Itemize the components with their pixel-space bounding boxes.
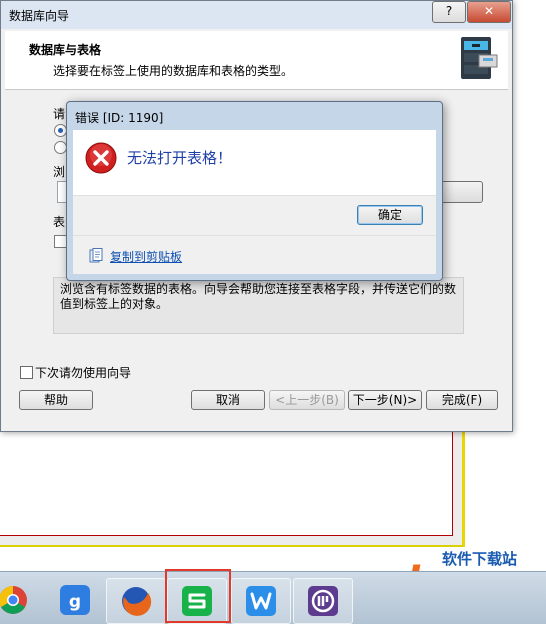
baidu-icon: g [60,585,90,615]
chrome-icon [0,586,27,614]
wizard-header: 数据库与表格 选择要在标签上使用的数据库和表格的类型。 [5,31,508,90]
copy-to-clipboard-link[interactable]: 复制到剪贴板 [110,248,182,265]
wps-writer-icon [246,586,276,616]
finish-button[interactable]: 完成(F) [426,390,498,410]
error-icon [85,142,117,174]
error-dialog: 错误 [ID: 1190] 无法打开表格！ 确定 复制到剪贴板 [66,101,443,281]
database-cabinet-icon [461,37,498,79]
error-dialog-title: 错误 [ID: 1190] [75,111,164,125]
error-dialog-footer: 复制到剪贴板 [73,235,436,274]
firefox-icon [122,587,152,616]
taskbar-app[interactable] [293,578,353,624]
taskbar-firefox[interactable] [106,578,166,624]
datasource-label: 请 [53,107,66,121]
cancel-button[interactable]: 取消 [191,390,265,410]
error-message: 无法打开表格！ [127,149,233,167]
wizard-titlebar[interactable]: 数据库向导 ? ✕ [1,1,512,29]
wizard-title: 数据库向导 [9,9,70,23]
close-button[interactable]: ✕ [467,1,511,23]
description-text: 浏览含有标签数据的表格。向导会帮助您连接至表格字段，并传送它们的数值到标签上的对… [60,282,457,311]
header-title: 数据库与表格 [29,43,102,57]
help-text-button[interactable]: 帮助 [19,390,93,410]
error-dialog-content: 无法打开表格！ [73,130,436,195]
help-button[interactable]: ? [432,1,466,23]
svg-text:g: g [69,592,81,612]
taskbar-wps-writer[interactable] [231,578,291,624]
taskbar-chrome[interactable] [0,578,42,622]
browse-label: 浏 [53,165,66,179]
error-dialog-button-area: 确定 [73,195,436,236]
table-label: 表 [53,215,66,229]
taskbar: g [0,571,546,624]
back-button[interactable]: <上一步(B) [269,390,345,410]
dont-show-wizard-checkbox[interactable] [20,366,33,379]
dont-show-wizard-label: 下次请勿使用向导 [35,366,132,380]
browse-button[interactable] [439,181,483,203]
app-icon [308,586,338,616]
description-box: 浏览含有标签数据的表格。向导会帮助您连接至表格字段，并传送它们的数值到标签上的对… [53,277,464,334]
header-subtitle: 选择要在标签上使用的数据库和表格的类型。 [53,64,294,78]
taskbar-baidu[interactable]: g [46,578,104,622]
next-button[interactable]: 下一步(N)> [348,390,422,410]
clipboard-icon [89,248,103,263]
taskbar-highlight-box [165,569,231,623]
ok-button[interactable]: 确定 [357,205,423,225]
